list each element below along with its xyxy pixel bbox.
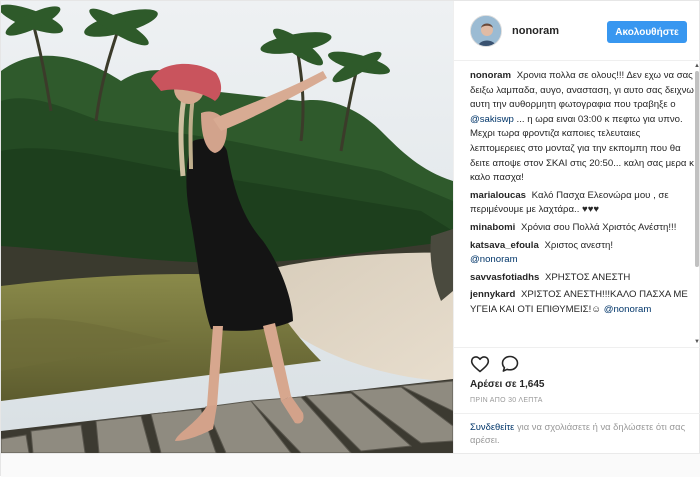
- follow-button[interactable]: Ακολουθήστε: [607, 21, 687, 43]
- comment-username[interactable]: minabomi: [470, 222, 515, 233]
- comment-username[interactable]: savvasfotiadhs: [470, 272, 539, 283]
- list-item: jennykard ΧΡΙΣΤΟΣ ΑΝΕΣΤΗ!!!ΚΑΛΟ ΠΑΣΧΑ ΜΕ…: [470, 288, 694, 317]
- avatar-image: [471, 16, 501, 46]
- scrollbar-thumb[interactable]: [695, 71, 699, 267]
- photo-scene: [1, 1, 453, 453]
- post-photo[interactable]: [1, 1, 453, 453]
- caption: nonoram Χρονια πολλα σε ολους!!! Δεν εχω…: [470, 69, 694, 186]
- speech-bubble-icon-graphic: [501, 355, 519, 372]
- comment-text: Χρόνια σου Πολλά Χριστός Ανέστη!!!: [520, 221, 677, 233]
- post-actions: Αρέσει σε 1,645 ΠΡΙΝ ΑΠΟ 30 ΛΕΠΤΑ: [454, 347, 700, 413]
- post-side-panel: nonoram Ακολουθήστε nonoram Χρονια πολλα…: [453, 1, 700, 453]
- likes-count[interactable]: Αρέσει σε 1,645: [470, 379, 544, 390]
- comment-mention-link[interactable]: @nonoram: [470, 254, 518, 265]
- list-item: katsava_efoula Χριστος ανεστη! @nonoram: [470, 239, 694, 268]
- avatar[interactable]: [470, 15, 502, 47]
- comments-scrollbar[interactable]: ▲ ▼: [694, 63, 700, 345]
- comment-username[interactable]: marialoucas: [470, 190, 526, 201]
- list-item: marialoucas Καλό Πασχα Ελεονώρα μου , σε…: [470, 189, 694, 218]
- speech-bubble-icon[interactable]: [500, 354, 520, 374]
- list-item: minabomi Χρόνια σου Πολλά Χριστός Ανέστη…: [470, 221, 694, 236]
- comment-text: ΧΡΗΣΤΟΣ ΑΝΕΣΤΗ: [545, 271, 631, 283]
- comment-username[interactable]: jennykard: [470, 289, 515, 300]
- bottom-strip: [1, 453, 700, 477]
- comment-mention-link[interactable]: @nonoram: [604, 304, 652, 315]
- instagram-post-card: nonoram Ακολουθήστε nonoram Χρονια πολλα…: [0, 0, 700, 477]
- heart-icon[interactable]: [470, 354, 490, 374]
- caption-username[interactable]: nonoram: [470, 70, 511, 81]
- login-link[interactable]: Συνδεθείτε: [470, 421, 514, 432]
- comments-list[interactable]: nonoram Χρονια πολλα σε ολους!!! Δεν εχω…: [470, 69, 694, 347]
- post-header: nonoram Ακολουθήστε: [454, 1, 700, 61]
- triangle-up-icon[interactable]: ▲: [694, 63, 700, 69]
- heart-icon-graphic: [470, 356, 490, 373]
- post-timestamp[interactable]: ΠΡΙΝ ΑΠΟ 30 ΛΕΠΤΑ: [470, 397, 543, 404]
- login-prompt: Συνδεθείτε για να σχολιάσετε ή να δηλώσε…: [454, 413, 700, 453]
- triangle-down-icon[interactable]: ▼: [694, 339, 700, 345]
- caption-mention-link[interactable]: @sakiswp: [470, 114, 514, 125]
- post-username[interactable]: nonoram: [512, 25, 559, 37]
- comment-text: Χριστος ανεστη!: [544, 239, 613, 251]
- list-item: savvasfotiadhs ΧΡΗΣΤΟΣ ΑΝΕΣΤΗ: [470, 271, 694, 286]
- comment-username[interactable]: katsava_efoula: [470, 240, 539, 251]
